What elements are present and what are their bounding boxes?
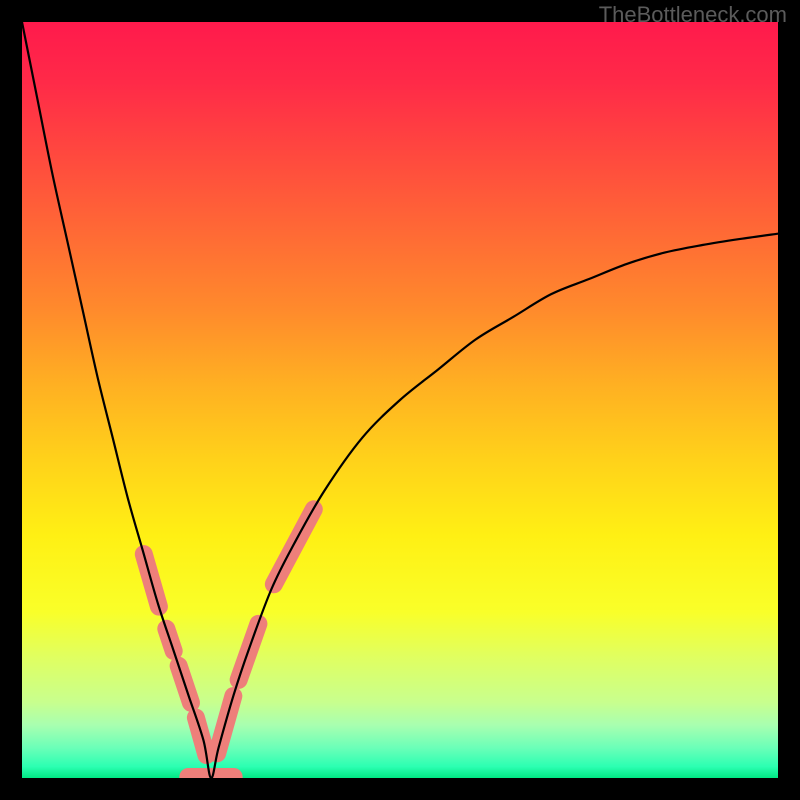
chart-frame: TheBottleneck.com xyxy=(0,0,800,800)
bottleneck-chart xyxy=(22,22,778,778)
plot-area xyxy=(22,22,778,778)
watermark-label: TheBottleneck.com xyxy=(599,2,787,28)
